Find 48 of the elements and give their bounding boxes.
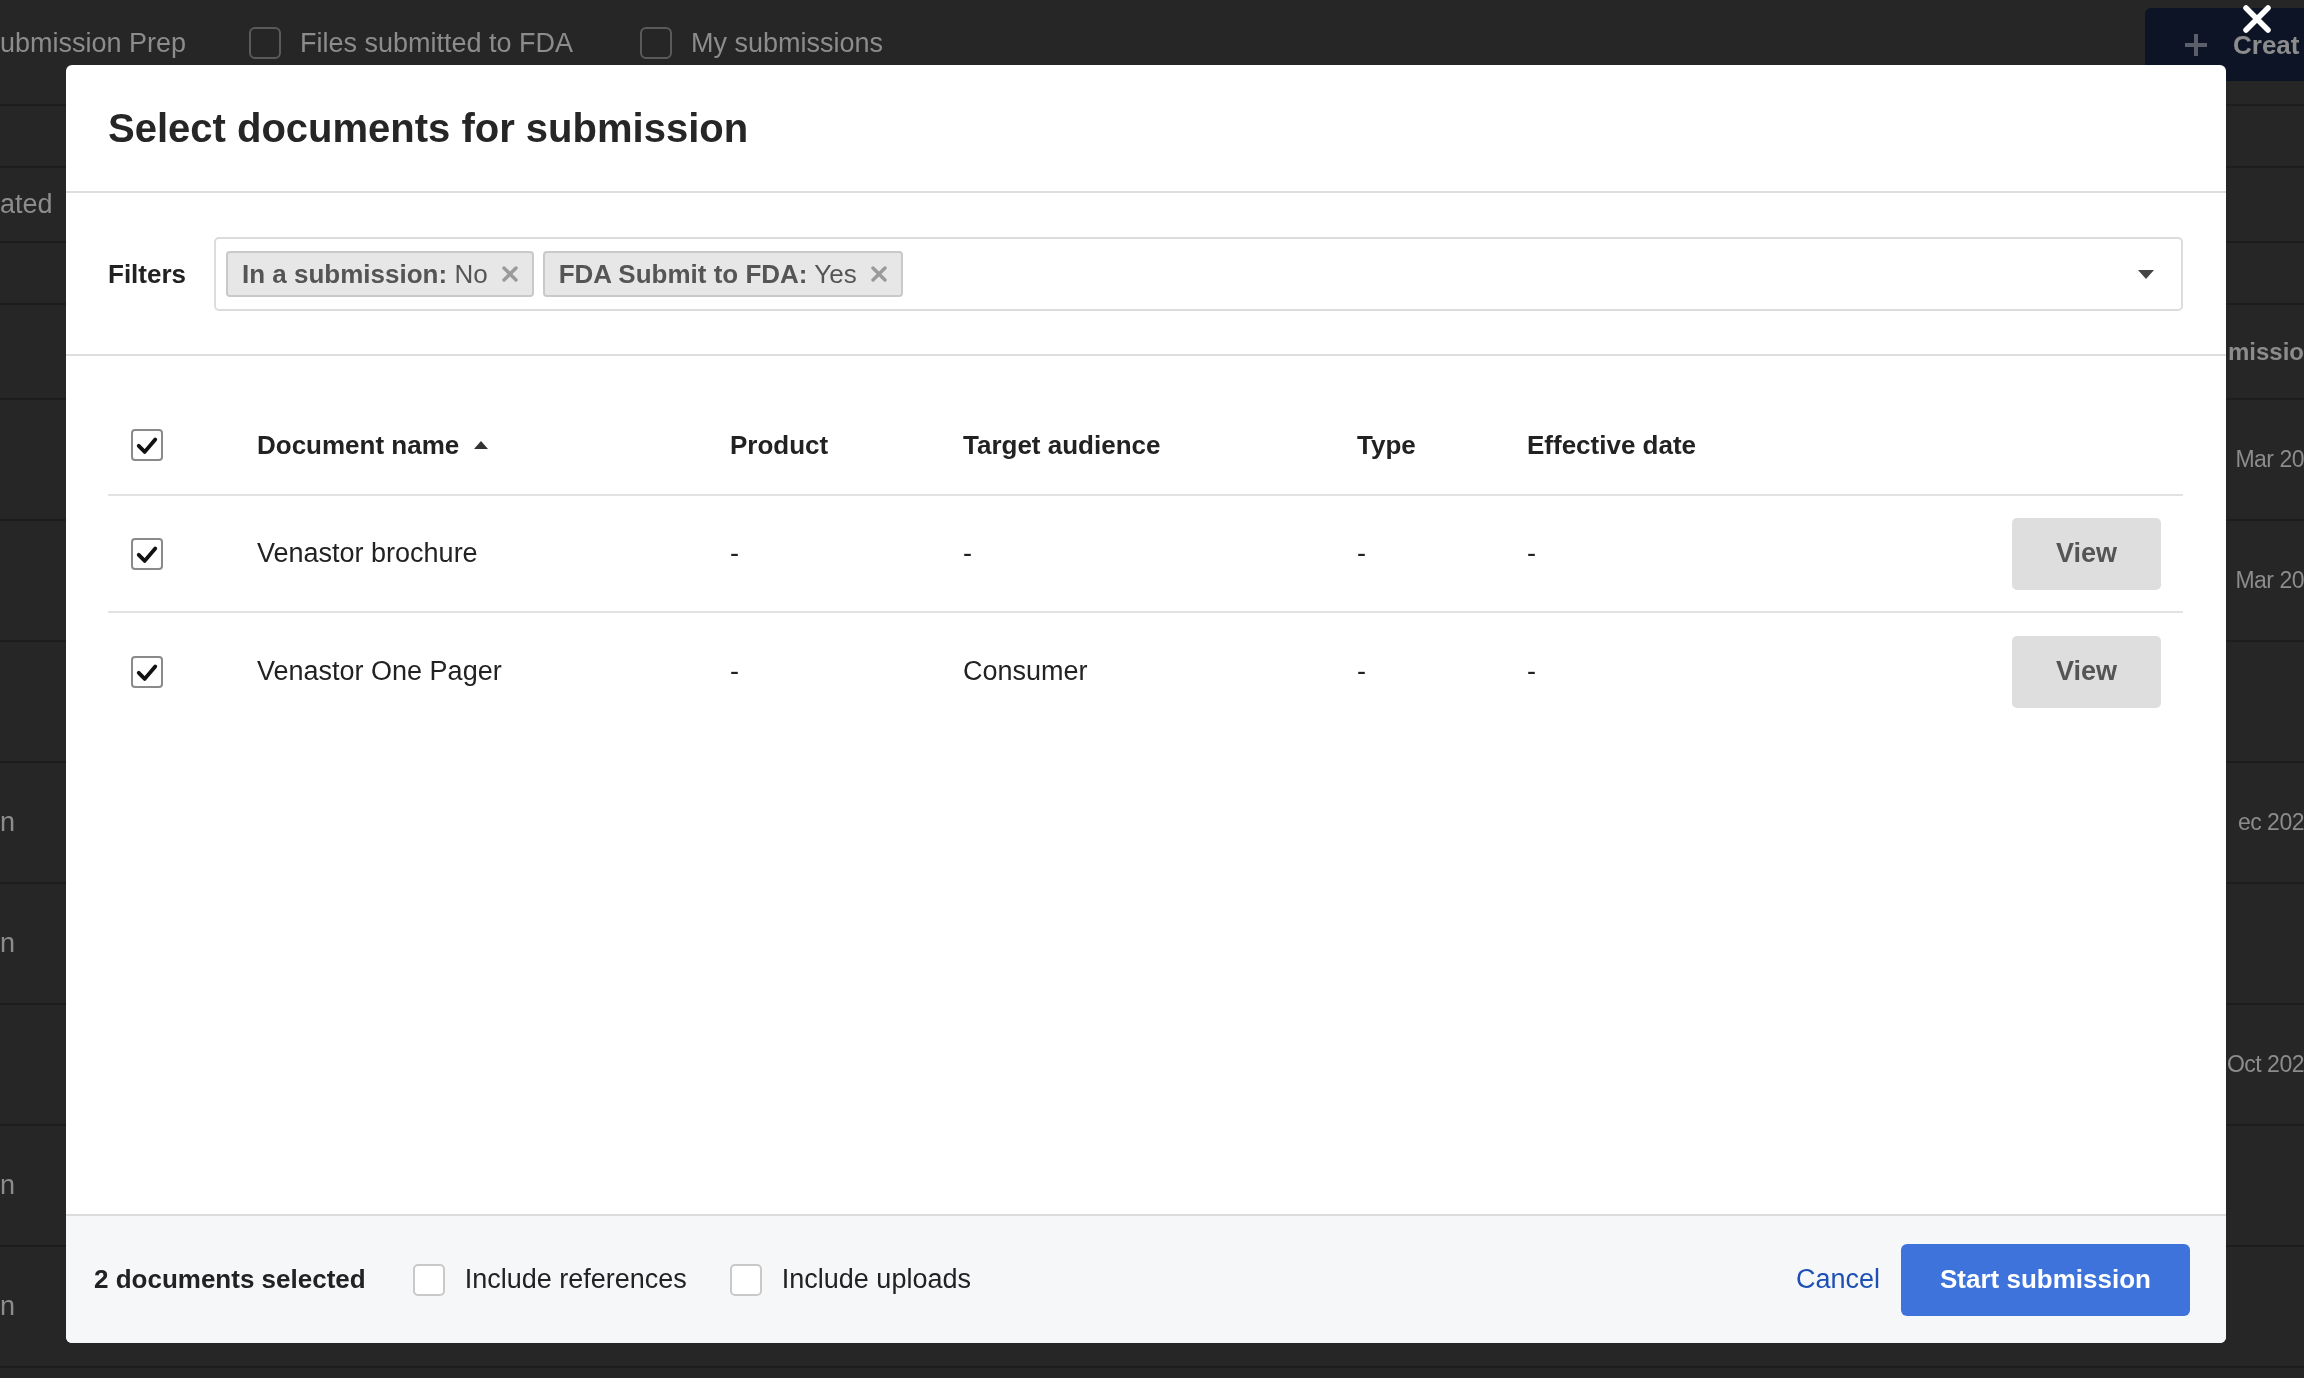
- table-cell-text: Oct 202: [2226, 1050, 2304, 1080]
- filter-chip[interactable]: FDA Submit to FDA: Yes: [542, 251, 903, 297]
- selection-count: 2 documents selected: [94, 1263, 366, 1296]
- submit-button[interactable]: Start submission: [1901, 1243, 2190, 1316]
- table-cell-text: Mar 20: [2235, 566, 2304, 596]
- plus-icon: [2184, 32, 2208, 57]
- column-header[interactable]: Product: [730, 425, 829, 465]
- column-header[interactable]: Document name: [257, 425, 460, 465]
- table-cell: Consumer: [963, 656, 1088, 687]
- filters-label: Filters: [108, 257, 188, 291]
- view-button[interactable]: View: [2012, 517, 2161, 590]
- checkbox[interactable]: [131, 537, 163, 570]
- tab-label[interactable]: Files submitted to FDA: [300, 26, 574, 60]
- table-cell: -: [730, 656, 739, 687]
- table-cell: Venastor One Pager: [257, 656, 502, 687]
- dialog-title: Select documents for submission: [108, 105, 749, 152]
- table-cell: -: [1527, 656, 1536, 687]
- checkbox[interactable]: [640, 27, 672, 59]
- table-cell-text: Mar 20: [2235, 445, 2304, 475]
- table-cell-text: ec 202: [2237, 808, 2304, 838]
- table-cell: n: [0, 927, 16, 960]
- table-cell: -: [963, 538, 972, 569]
- table-cell: n: [0, 1290, 16, 1323]
- checkbox-label[interactable]: Include uploads: [781, 1259, 971, 1300]
- tab-label[interactable]: My submissions: [691, 26, 884, 60]
- table-cell: -: [730, 538, 739, 569]
- column-header[interactable]: Effective date: [1527, 425, 1697, 465]
- column-header[interactable]: Type: [1357, 425, 1416, 465]
- filter-field[interactable]: In a submission: No FDA Submit to FDA: Yes: [214, 237, 2183, 311]
- cancel-link[interactable]: Cancel: [1795, 1259, 1880, 1300]
- table-cell: -: [1357, 656, 1366, 687]
- table-cell: n: [0, 806, 16, 839]
- checkbox-label[interactable]: Include references: [464, 1259, 687, 1300]
- column-header[interactable]: Target audience: [963, 425, 1161, 465]
- page-label: ated: [0, 188, 53, 221]
- table-cell: n: [0, 1169, 16, 1202]
- checkbox[interactable]: [131, 429, 163, 461]
- table-cell: -: [1527, 538, 1536, 569]
- column-header: missio: [2227, 336, 2304, 367]
- filter-chip[interactable]: In a submission: No: [226, 251, 534, 297]
- table-cell: -: [1357, 538, 1366, 569]
- sort-icon[interactable]: [474, 441, 489, 449]
- table-cell: Venastor brochure: [257, 538, 478, 569]
- view-button[interactable]: View: [2012, 635, 2161, 708]
- caret-icon[interactable]: [2138, 269, 2154, 279]
- checkbox[interactable]: [131, 655, 163, 688]
- tab-label[interactable]: ubmission Prep: [0, 26, 187, 60]
- checkbox[interactable]: [249, 27, 281, 59]
